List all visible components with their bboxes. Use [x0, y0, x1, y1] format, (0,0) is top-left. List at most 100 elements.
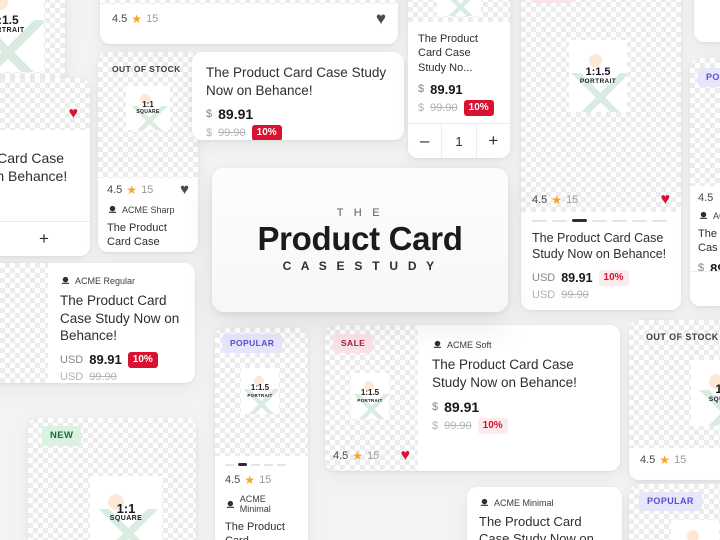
price-row-old: USD 99.90: [532, 289, 670, 301]
stepper-increment-button[interactable]: +: [0, 222, 90, 256]
product-card-right-edge-blank[interactable]: [694, 0, 720, 42]
popular-badge: POPULAR: [222, 334, 283, 353]
ratio-label: 1:1: [715, 382, 720, 397]
price-row-old: USD 99.90: [60, 371, 183, 383]
product-card-right-edge-popular[interactable]: POPULAR 4.5 ACME The Cas $ 89 –: [690, 58, 720, 306]
favorite-icon[interactable]: ♥: [376, 10, 386, 27]
product-card-top-rating-strip[interactable]: 4.5 ★ 15 ♥: [100, 0, 398, 44]
product-card-top-wide[interactable]: The Product Card Case Study Now on Behan…: [192, 52, 404, 140]
carousel-indicator[interactable]: [225, 463, 298, 466]
carousel-dash-active[interactable]: [238, 463, 247, 466]
product-card-acme-regular[interactable]: ♥ ACME Regular The Product Card Case Stu…: [0, 263, 195, 383]
carousel-dash[interactable]: [592, 219, 607, 222]
carousel-indicator[interactable]: [532, 219, 670, 222]
review-count: 15: [141, 183, 154, 196]
product-card-sale-row[interactable]: SALE 1:1.5 PORTRAIT 4.5 ★ 15 ♥ ACME Soft…: [325, 325, 620, 471]
ratio-label: 1:1.5: [360, 388, 380, 398]
favorite-icon[interactable]: ♥: [69, 106, 79, 122]
carousel-dash[interactable]: [251, 463, 260, 466]
card-body: ACME Minimal The Product Card Case Study…: [467, 487, 622, 540]
old-currency: $: [206, 127, 213, 140]
brand-logo-icon: [108, 205, 117, 213]
image-placeholder: 1:1 SQUARE: [90, 476, 162, 540]
brand: ACME Regular: [60, 275, 183, 286]
hero-eyebrow: T H E: [336, 206, 384, 219]
card-media: POPULAR 1:1.5 PORTRAIT: [215, 328, 308, 456]
card-media: [694, 0, 720, 42]
quantity-stepper[interactable]: 10 +: [0, 221, 90, 256]
price-current: 89.91: [430, 81, 463, 97]
card-media: OUT OF STOCK 1:1 SQUARE: [98, 52, 198, 178]
favorite-icon[interactable]: ♥: [401, 448, 411, 464]
price-block: USD 89.91 10% USD 99.90: [60, 351, 183, 383]
stepper-decrement-button[interactable]: –: [690, 272, 720, 306]
star-icon: ★: [551, 193, 563, 207]
review-count: 15: [566, 194, 579, 206]
price-current: 89.91: [89, 352, 122, 368]
carousel-dash-active[interactable]: [572, 219, 587, 222]
brand: ACME Minimal: [479, 497, 610, 508]
card-body: ACME Regular The Product Card Case Study…: [48, 263, 195, 383]
quantity-stepper[interactable]: –: [690, 271, 720, 306]
carousel-dash[interactable]: [652, 219, 667, 222]
favorite-icon[interactable]: ♥: [661, 192, 671, 208]
price-block: USD 89.91 10% USD 99.90: [532, 269, 670, 301]
mountain-icon: [437, 0, 481, 16]
price-old: 99.90: [218, 127, 246, 140]
carousel-dash[interactable]: [277, 463, 286, 466]
carousel-indicator[interactable]: [0, 138, 78, 140]
product-card-new-square[interactable]: NEW 1:1 SQUARE: [28, 418, 196, 540]
quantity-stepper[interactable]: – 1 +: [408, 123, 510, 158]
price-current: 89.91: [218, 106, 254, 123]
brand: ACME: [698, 210, 720, 221]
carousel-dash[interactable]: [532, 219, 547, 222]
product-title-line1: The: [698, 228, 717, 240]
ratio-kind-label: PORTRAIT: [357, 397, 383, 403]
product-card-acme-minimal-bottom[interactable]: ACME Minimal The Product Card Case Study…: [467, 487, 622, 540]
carousel-dash[interactable]: [612, 219, 627, 222]
stepper-decrement-button[interactable]: –: [408, 124, 441, 158]
discount-badge: 10%: [477, 418, 508, 435]
ratio-kind-label: SQUARE: [136, 109, 160, 116]
favorite-icon[interactable]: ♥: [180, 182, 189, 197]
star-icon: ★: [126, 182, 138, 197]
product-card-left-stepper[interactable]: ♥ The Product Card Case Study Now on Beh…: [0, 78, 90, 256]
carousel-dash[interactable]: [264, 463, 273, 466]
price-row-current: $ 89.91: [206, 106, 390, 122]
product-card-top-stepper[interactable]: 1:1 SQUARE The Product Card Case Study N…: [408, 0, 510, 158]
rating: 4.5 ★ 15: [333, 450, 379, 462]
discount-badge: 10%: [251, 125, 282, 140]
discount-badge: 10%: [463, 99, 494, 116]
brand-logo-icon: [480, 498, 489, 506]
image-placeholder: 1:1: [671, 520, 719, 540]
old-currency: USD: [532, 288, 556, 301]
ratio-label: 1:1.5: [0, 13, 19, 28]
product-card-sale-portrait-tall[interactable]: SALE 1:1.5 PORTRAIT 4.5 ★ 15 ♥: [521, 0, 681, 310]
image-placeholder: 1:1.5 PORTRAIT: [241, 368, 279, 414]
carousel-dash[interactable]: [552, 219, 567, 222]
product-card-out-of-stock-small[interactable]: OUT OF STOCK 1:1 SQUARE 4.5 ★ 15 ♥ ACME …: [98, 52, 198, 252]
brand-name: ACME Soft: [447, 339, 492, 350]
review-count: 15: [674, 454, 687, 466]
product-title: The Product Card Case Study Now on Behan…: [0, 150, 68, 185]
product-card-popular-bottom-right[interactable]: POPULAR 1:1: [629, 484, 720, 540]
product-card-oos-bottom-right[interactable]: OUT OF STOCK 1:1 SQUARE 4.5 ★ 15: [629, 320, 720, 480]
card-media: SALE 1:1.5 PORTRAIT 4.5 ★ 15 ♥: [521, 0, 681, 212]
popular-badge: POPULAR: [639, 492, 702, 511]
carousel-dash[interactable]: [632, 219, 647, 222]
review-count: 15: [146, 12, 159, 25]
price-current: 89.91: [561, 270, 593, 285]
ratio-label: 1:1: [142, 99, 154, 109]
price-block: $ 89.91 $ 99.90 10%: [432, 399, 606, 435]
brand-logo-icon: [433, 340, 442, 348]
hero-case-study-card[interactable]: T H E Product Card C A S E S T U D Y: [212, 168, 508, 312]
product-title: The Cas: [698, 227, 720, 256]
price-old: 99.90: [89, 370, 117, 383]
image-placeholder: 1:1 SQUARE: [691, 360, 720, 426]
product-card-popular-portrait[interactable]: POPULAR 1:1.5 PORTRAIT 4.5 ★ 15 ACME Min…: [215, 328, 308, 540]
stepper-increment-button[interactable]: +: [475, 124, 510, 158]
rating: 4.5 ★ 15: [107, 184, 153, 196]
ratio-label: 1:1.5: [250, 383, 270, 393]
out-of-stock-badge: OUT OF STOCK: [646, 332, 719, 342]
carousel-dash[interactable]: [225, 463, 234, 466]
